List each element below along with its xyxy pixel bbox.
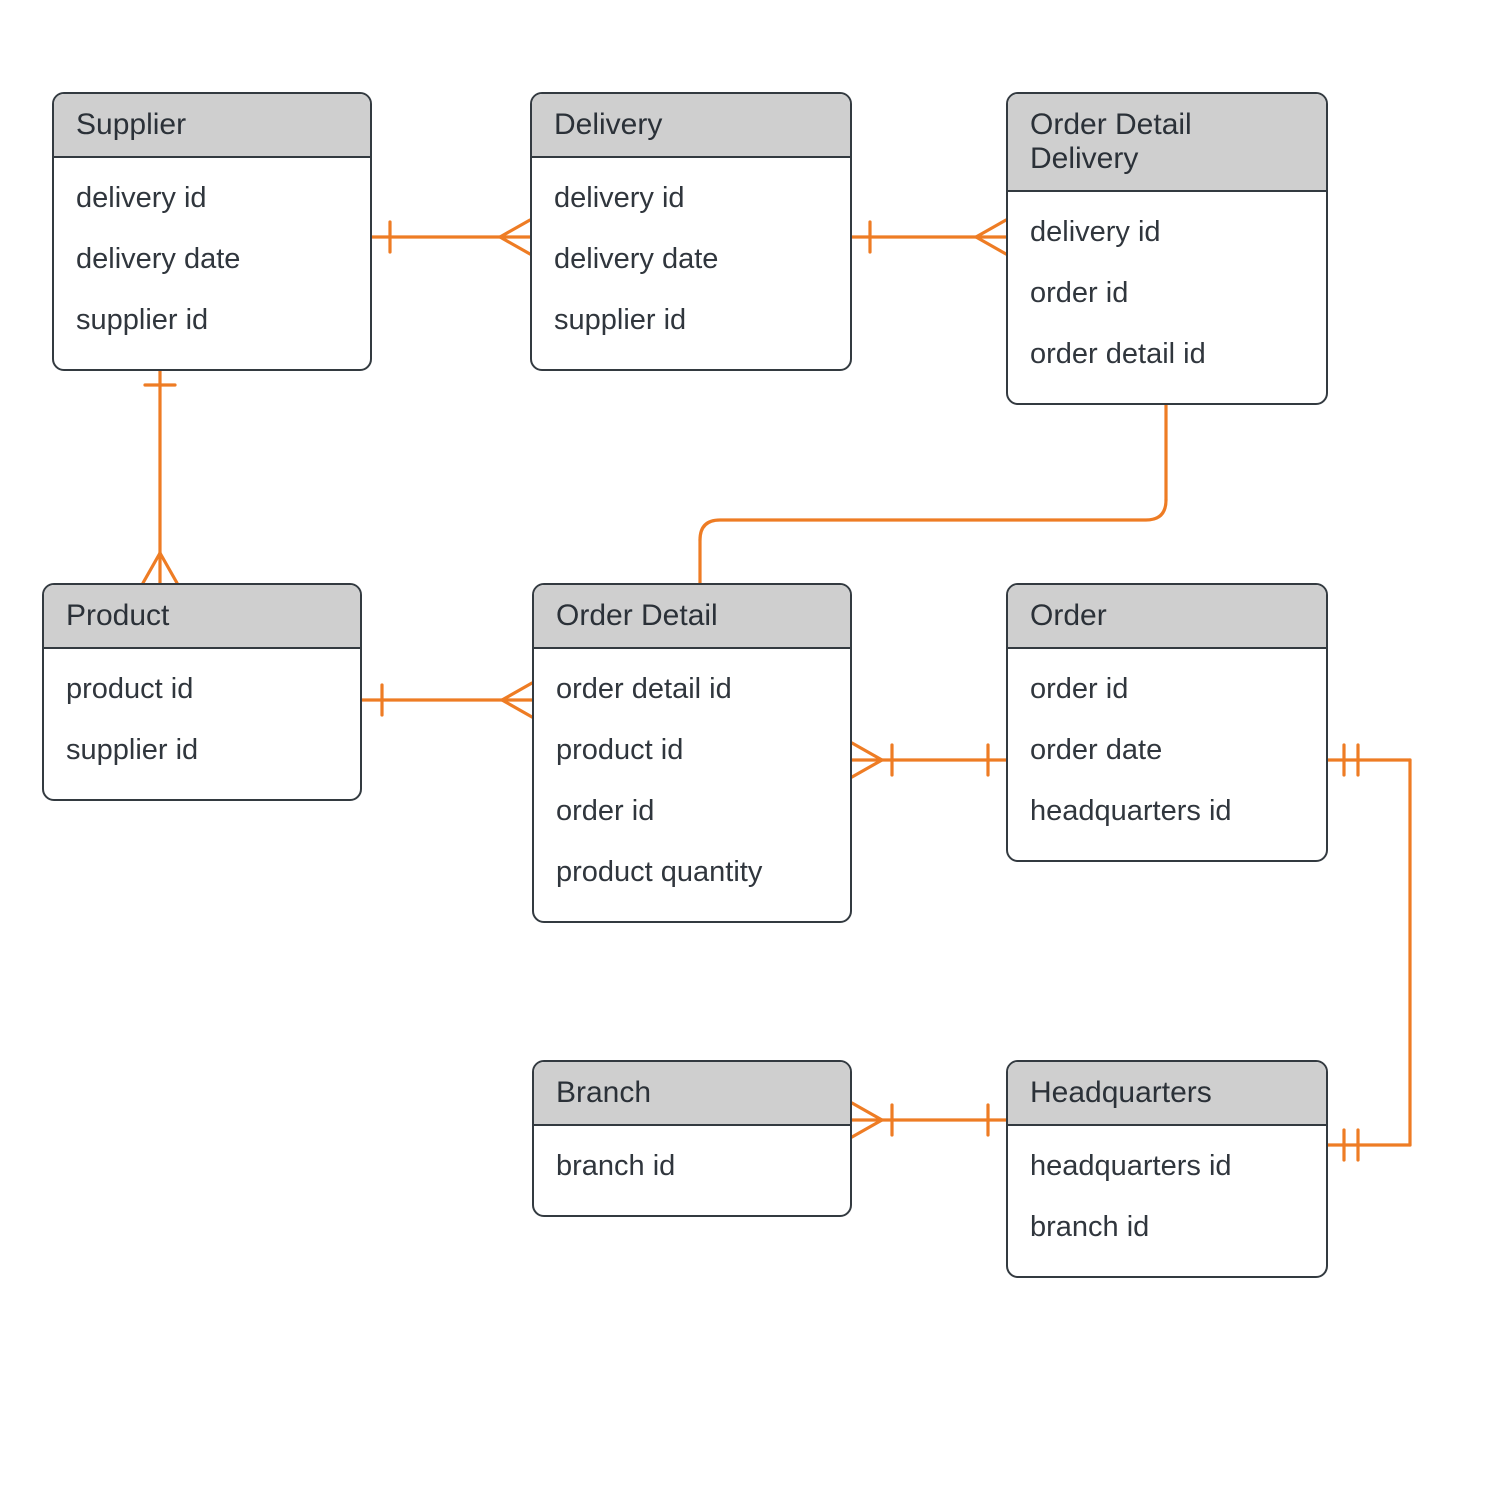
rel-supplier-delivery [372, 220, 530, 254]
entity-attrs: product id supplier id [44, 649, 360, 799]
entity-attrs: order id order date headquarters id [1008, 649, 1326, 860]
entity-attr: order id [1030, 263, 1304, 324]
entity-attrs: branch id [534, 1126, 850, 1215]
entity-title: Headquarters [1008, 1062, 1326, 1126]
entity-attrs: order detail id product id order id prod… [534, 649, 850, 921]
entity-order-detail[interactable]: Order Detail order detail id product id … [532, 583, 852, 923]
entity-attr: delivery date [554, 229, 828, 290]
entity-attr: order id [1030, 659, 1304, 720]
entity-attr: branch id [1030, 1197, 1304, 1258]
entity-attrs: delivery id delivery date supplier id [54, 158, 370, 369]
entity-title: Order Detail [534, 585, 850, 649]
entity-title: Supplier [54, 94, 370, 158]
rel-supplier-product [143, 363, 177, 583]
entity-attr: order id [556, 781, 828, 842]
entity-delivery[interactable]: Delivery delivery id delivery date suppl… [530, 92, 852, 371]
entity-attr: supplier id [554, 290, 828, 351]
entity-order[interactable]: Order order id order date headquarters i… [1006, 583, 1328, 862]
entity-attr: product id [66, 659, 338, 720]
entity-title: Order [1008, 585, 1326, 649]
entity-order-detail-delivery[interactable]: Order Detail Delivery delivery id order … [1006, 92, 1328, 405]
entity-attr: delivery date [76, 229, 348, 290]
entity-attr: delivery id [1030, 202, 1304, 263]
entity-attr: supplier id [76, 290, 348, 351]
entity-attr: order detail id [1030, 324, 1304, 385]
entity-product[interactable]: Product product id supplier id [42, 583, 362, 801]
entity-attr: delivery id [554, 168, 828, 229]
entity-attrs: delivery id order id order detail id [1008, 192, 1326, 403]
entity-attr: branch id [556, 1136, 828, 1197]
entity-attrs: delivery id delivery date supplier id [532, 158, 850, 369]
entity-attr: supplier id [66, 720, 338, 781]
entity-attr: order date [1030, 720, 1304, 781]
entity-title: Product [44, 585, 360, 649]
rel-branch-headquarters [852, 1103, 1006, 1137]
entity-branch[interactable]: Branch branch id [532, 1060, 852, 1217]
entity-title: Branch [534, 1062, 850, 1126]
entity-attr: product id [556, 720, 828, 781]
entity-attr: product quantity [556, 842, 828, 903]
entity-attr: headquarters id [1030, 1136, 1304, 1197]
rel-product-orderdetail [362, 683, 532, 717]
entity-attr: headquarters id [1030, 781, 1304, 842]
rel-delivery-odd [852, 220, 1006, 254]
er-diagram-canvas: Supplier delivery id delivery date suppl… [0, 0, 1500, 1500]
entity-title: Delivery [532, 94, 850, 158]
rel-order-headquarters [1328, 745, 1410, 1160]
entity-attrs: headquarters id branch id [1008, 1126, 1326, 1276]
rel-orderdetail-order [852, 743, 1006, 777]
entity-attr: delivery id [76, 168, 348, 229]
entity-attr: order detail id [556, 659, 828, 720]
entity-headquarters[interactable]: Headquarters headquarters id branch id [1006, 1060, 1328, 1278]
entity-supplier[interactable]: Supplier delivery id delivery date suppl… [52, 92, 372, 371]
entity-title: Order Detail Delivery [1008, 94, 1326, 192]
